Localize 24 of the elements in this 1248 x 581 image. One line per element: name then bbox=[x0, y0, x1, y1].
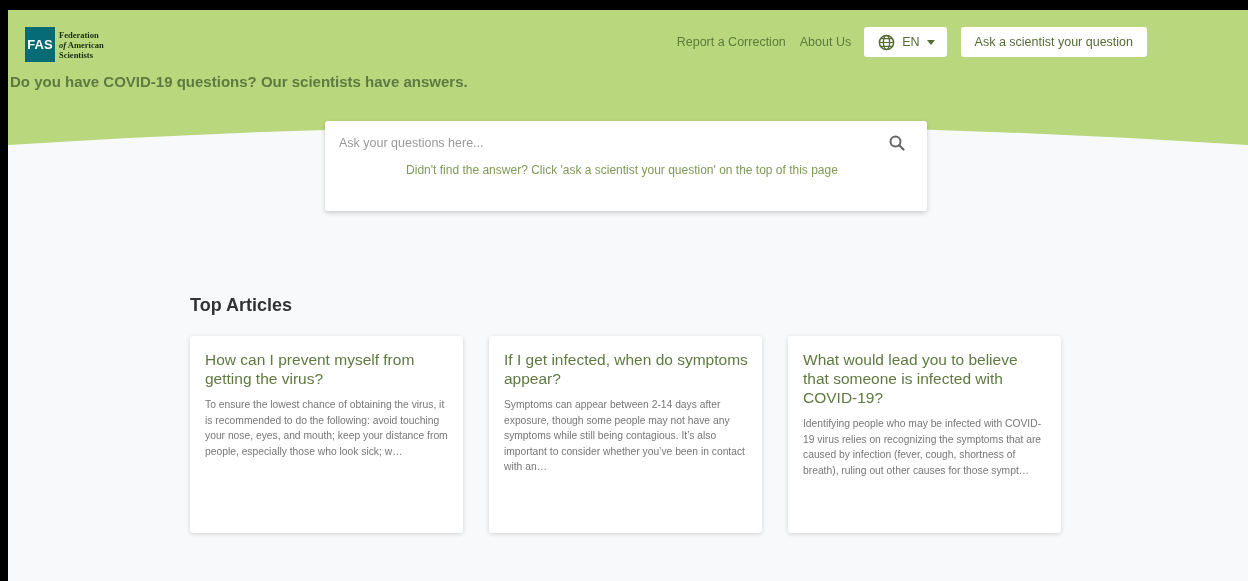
search-icon[interactable] bbox=[889, 135, 905, 151]
globe-icon bbox=[878, 33, 896, 51]
nav-link[interactable]: About Us bbox=[799, 35, 852, 49]
nav-link[interactable]: Report a Correction bbox=[676, 35, 786, 49]
article-title[interactable]: If I get infected, when do symptoms appear? bbox=[504, 350, 748, 388]
logo-text[interactable]: of American bbox=[59, 39, 104, 50]
article-card[interactable] bbox=[190, 336, 463, 533]
logo-text[interactable]: Scientists bbox=[59, 49, 104, 60]
article-excerpt: To ensure the lowest chance of obtaining the virus, it is recommended to do the following: avoid touching your nose, eyes, and mouth; keep your distance from people, especially those who look sick; w… bbox=[205, 398, 449, 459]
ask-button[interactable]: Ask a scientist your question bbox=[960, 27, 1147, 57]
language-button[interactable]: EN bbox=[864, 27, 947, 57]
logo-text[interactable]: Federation bbox=[59, 29, 104, 40]
article-excerpt: Symptoms can appear between 2-14 days after exposure, though some people may not have any symptoms while still being contagious. It’s also important to consider whether you’ve been in contact with an… bbox=[504, 398, 746, 474]
caret-icon bbox=[926, 39, 935, 45]
article-title[interactable]: How can I prevent myself from getting the virus? bbox=[205, 350, 449, 388]
search-field[interactable]: Ask your questions here... bbox=[339, 136, 819, 150]
tagline: Do you have COVID-19 questions? Our scientists have answers. bbox=[9, 72, 469, 90]
logo-mark[interactable]: FAS bbox=[25, 27, 55, 62]
article-card[interactable] bbox=[489, 336, 762, 533]
search-hint: Didn't find the answer? Click 'ask a scientist your question' on the top of this page bbox=[405, 163, 839, 177]
article-card[interactable] bbox=[788, 336, 1061, 533]
article-excerpt: Identifying people who may be infected with COVID-19 virus relies on recognizing the symptoms that are caused by infection (fever, cough, shortness of breath), ruling out other causes for those sympt… bbox=[803, 417, 1043, 478]
article-title[interactable]: What would lead you to believe that someone is infected with COVID-19? bbox=[803, 350, 1047, 407]
section-heading: Top Articles bbox=[190, 295, 293, 316]
